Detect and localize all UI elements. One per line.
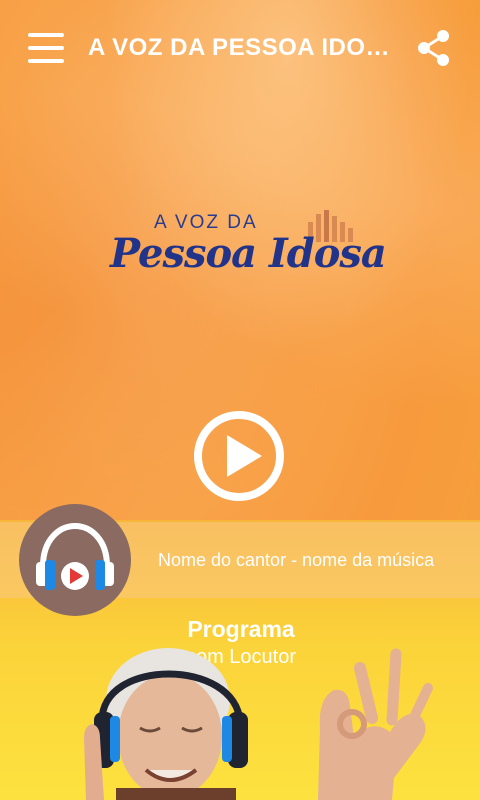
app-bar: A VOZ DA PESSOA IDO… [0, 0, 480, 98]
menu-icon-line [28, 59, 64, 63]
now-playing-text: Nome do cantor - nome da música [158, 550, 435, 570]
menu-icon-line [28, 46, 64, 50]
elderly-woman-photo [84, 648, 433, 800]
menu-icon-line [28, 33, 64, 37]
app-title: A VOZ DA PESSOA IDO… [88, 34, 391, 61]
play-button[interactable] [193, 410, 285, 502]
play-icon [194, 411, 284, 501]
share-icon [418, 30, 449, 66]
station-logo: A VOZ DA Pessoa Idosa [110, 208, 387, 288]
logo-main-text: Pessoa Idosa [110, 230, 387, 277]
share-button[interactable] [414, 28, 454, 68]
now-playing-cover [19, 504, 131, 616]
menu-button[interactable] [28, 33, 64, 63]
headphones-icon [36, 522, 114, 590]
